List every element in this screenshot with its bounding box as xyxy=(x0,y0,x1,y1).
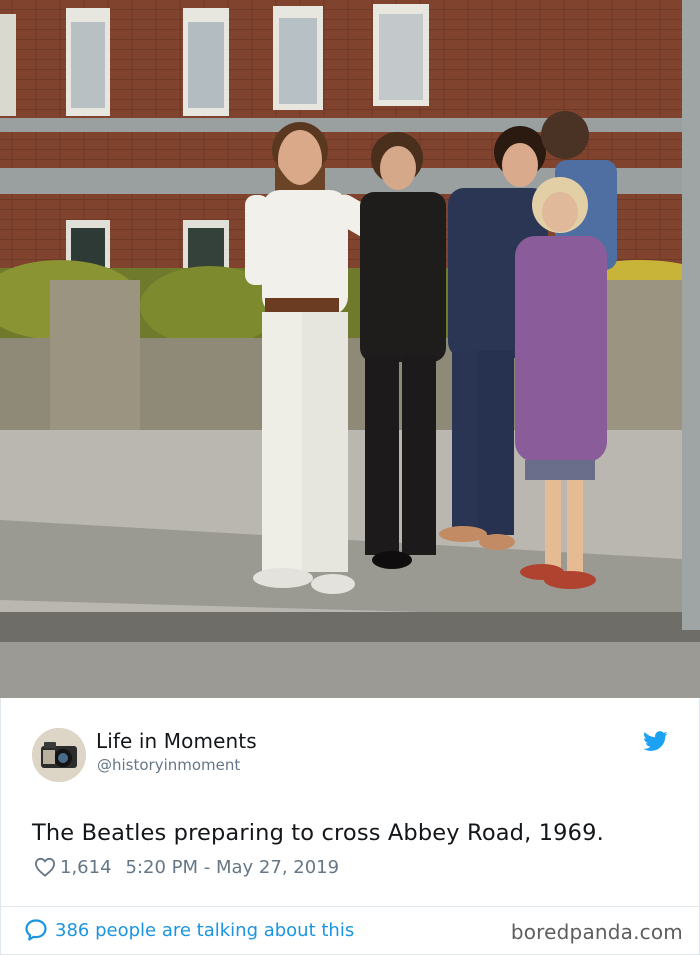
twitter-bird-icon[interactable] xyxy=(643,731,668,752)
tweet-meta: 1,614 5:20 PM - May 27, 2019 xyxy=(34,855,339,879)
tweet-screenshot: Life in Moments @historyinmoment The Bea… xyxy=(0,0,700,956)
watermark: boredpanda.com xyxy=(510,920,683,944)
heart-icon[interactable] xyxy=(34,857,56,877)
author-name[interactable]: Life in Moments xyxy=(96,729,257,753)
tweet-timestamp[interactable]: 5:20 PM - May 27, 2019 xyxy=(126,857,340,878)
avatar[interactable] xyxy=(32,728,86,782)
like-count: 1,614 xyxy=(60,856,112,878)
author-handle[interactable]: @historyinmoment xyxy=(97,756,240,774)
camera-icon xyxy=(32,728,86,782)
talking-about-text: 386 people are talking about this xyxy=(55,919,355,941)
tweet-card: Life in Moments @historyinmoment The Bea… xyxy=(0,698,700,955)
tweet-photo[interactable] xyxy=(0,0,700,698)
speech-bubble-icon xyxy=(25,919,47,941)
talking-about-link[interactable]: 386 people are talking about this xyxy=(24,918,354,942)
tweet-text: The Beatles preparing to cross Abbey Roa… xyxy=(32,820,604,846)
photo-image xyxy=(0,0,700,698)
card-divider xyxy=(1,906,699,907)
